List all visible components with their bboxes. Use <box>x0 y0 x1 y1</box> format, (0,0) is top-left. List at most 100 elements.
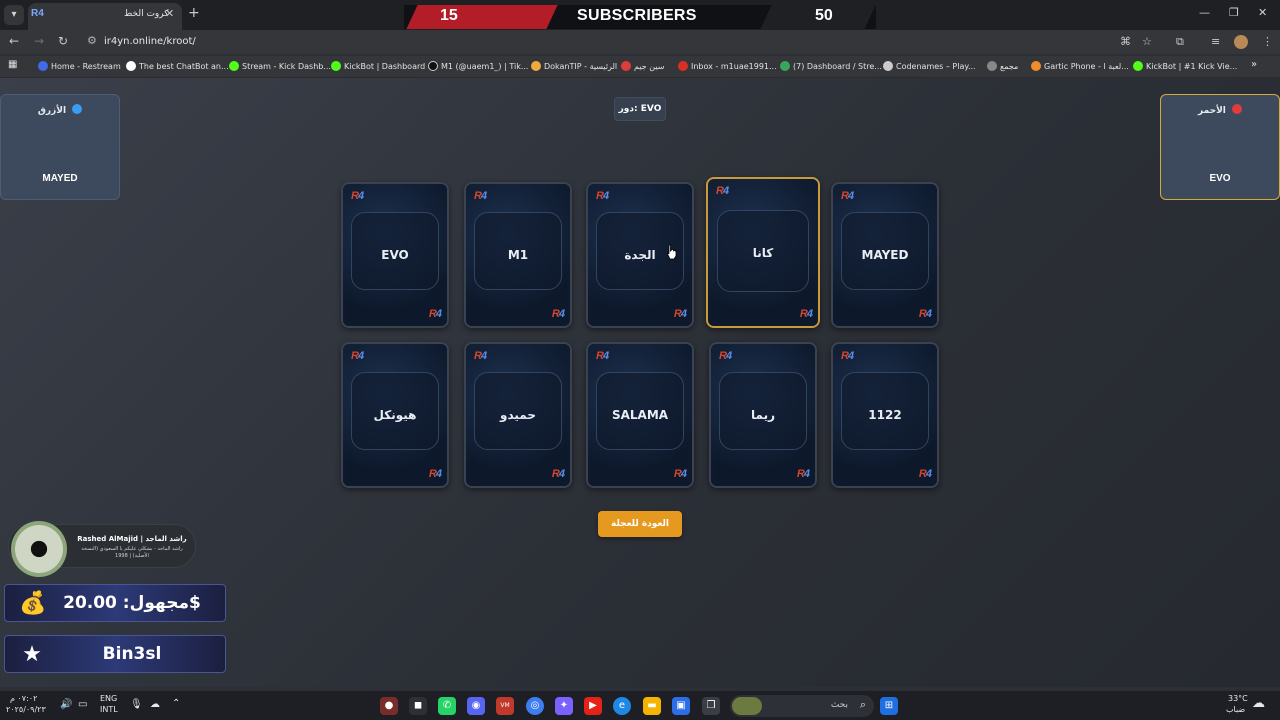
subscriber-goal-count: 50 <box>815 7 833 24</box>
address-bar[interactable]: ⚙ ir4yn.online/kroot/ <box>80 32 1160 52</box>
network-icon[interactable]: ▭ <box>78 699 87 710</box>
url-text: ir4yn.online/kroot/ <box>104 36 196 47</box>
bookmark-item[interactable]: سين جيم <box>621 61 664 71</box>
bookmark-star-icon[interactable]: ☆ <box>1142 35 1152 48</box>
voicemod-icon[interactable]: VM <box>496 697 514 715</box>
card-word: حميدو <box>500 408 536 422</box>
team-header: الأزرق <box>1 104 119 116</box>
back-to-wheel-button[interactable]: العودة للعجلة <box>598 511 682 537</box>
bookmark-item[interactable]: مجمع <box>987 61 1018 71</box>
profile-avatar[interactable] <box>1234 35 1248 49</box>
red-dot-icon <box>1232 104 1243 114</box>
bookmark-item[interactable]: Home - Restream <box>38 61 121 71</box>
onedrive-icon[interactable]: ☁ <box>150 699 160 710</box>
bookmarks-bar: ▦ Home - Restream The best ChatBot an...… <box>0 56 1280 78</box>
bookmark-item[interactable]: Inbox - m1uae1991... <box>678 61 777 71</box>
microphone-icon[interactable]: 🎙 <box>130 699 143 710</box>
browser-tab-strip: ▾ R4 كروت الخط ✕ + 15 SUBSCRIBERS 50 — ❐… <box>0 0 1280 30</box>
clock-date[interactable]: ٢٠٢٥/٠٩/٢٣ <box>6 705 46 714</box>
team-name: الأزرق <box>37 106 67 116</box>
speaker-icon[interactable]: 🔊 <box>60 699 72 710</box>
forward-arrow-icon[interactable]: → <box>34 34 44 48</box>
obs-icon[interactable]: ● <box>380 697 398 715</box>
bookmark-favicon-icon <box>531 61 541 71</box>
taskbar-search[interactable]: بحث ⌕ <box>730 695 874 717</box>
tab-title: كروت الخط <box>124 9 169 19</box>
team-member: MAYED <box>42 173 78 184</box>
weather-desc[interactable]: ضباب <box>1226 705 1245 714</box>
bookmark-item[interactable]: M1 (@uaem1_) | Tik... <box>428 61 528 71</box>
reload-icon[interactable]: ↻ <box>58 34 68 48</box>
language-code[interactable]: ENG <box>100 694 117 703</box>
copilot-icon[interactable]: ✦ <box>555 697 573 715</box>
site-favicon-icon: R4 <box>31 8 44 19</box>
close-window-icon[interactable]: ✕ <box>1258 6 1267 19</box>
album-art-icon <box>11 521 67 577</box>
browser-tab[interactable]: R4 كروت الخط ✕ <box>28 3 182 30</box>
subscriber-label: SUBSCRIBERS <box>577 7 697 24</box>
bookmark-favicon-icon <box>780 61 790 71</box>
whatsapp-icon[interactable]: ✆ <box>438 697 456 715</box>
app-icon[interactable]: ◼ <box>409 697 427 715</box>
weather-temp[interactable]: 33°C <box>1228 694 1248 703</box>
bookmark-item[interactable]: KickBot | #1 Kick Vie... <box>1133 61 1237 71</box>
weather-icon[interactable]: ☁ <box>1252 696 1265 711</box>
show-hidden-icons-icon[interactable]: ⌃ <box>172 698 180 709</box>
tab-search-menu-icon[interactable]: ▾ <box>4 5 24 25</box>
follower-text: Bin3sl <box>102 644 162 664</box>
search-icon: ⌕ <box>859 698 866 711</box>
site-info-icon[interactable]: ⚙ <box>87 34 97 47</box>
word-card[interactable]: R4 R4 M1 <box>464 182 572 328</box>
word-card[interactable]: R4 R4 SALAMA <box>586 342 694 488</box>
bookmark-item[interactable]: DokanTIP - الرئيسية <box>531 61 617 71</box>
donation-alert: 💰 مجهول: 20.00$ <box>4 584 226 622</box>
bookmark-item[interactable]: KickBot | Dashboard <box>331 61 425 71</box>
chrome-icon[interactable]: ◎ <box>526 697 544 715</box>
edge-icon[interactable]: e <box>613 697 631 715</box>
more-menu-icon[interactable]: ⋮ <box>1262 35 1273 48</box>
youtube-icon[interactable]: ▶ <box>584 697 602 715</box>
translate-icon[interactable]: ⌘ <box>1120 35 1131 48</box>
apps-grid-icon[interactable]: ▦ <box>8 59 17 70</box>
word-card[interactable]: R4 R4 هيونكل <box>341 342 449 488</box>
bookmark-favicon-icon <box>331 61 341 71</box>
track-title: Rashed AlMajid | راشد الماجد <box>77 535 187 543</box>
clock-time[interactable]: ٠٧:٠٢ م <box>10 694 37 703</box>
file-explorer-icon[interactable]: ▬ <box>643 697 661 715</box>
word-card-selected[interactable]: R4 R4 كانا <box>706 177 820 328</box>
media-controls-icon[interactable]: ≡ <box>1211 35 1220 48</box>
word-card[interactable]: R4 R4 1122 <box>831 342 939 488</box>
bookmark-item[interactable]: Stream - Kick Dashb... <box>229 61 331 71</box>
game-page: الأزرق MAYED الأحمر EVO دور: EVO R4 R4 E… <box>0 78 1280 687</box>
search-highlight-icon <box>732 697 762 715</box>
card-word: EVO <box>381 248 409 262</box>
bookmark-favicon-icon <box>38 61 48 71</box>
bookmark-item[interactable]: Codenames – Play... <box>883 61 976 71</box>
track-subtitle: راشد الماجد - بشكلي عليكم يا السعودي (ال… <box>81 546 183 559</box>
minimize-icon[interactable]: — <box>1199 6 1210 19</box>
new-tab-button[interactable]: + <box>188 5 200 21</box>
card-word: M1 <box>507 248 529 262</box>
start-icon[interactable]: ⊞ <box>880 697 898 715</box>
bookmark-item[interactable]: The best ChatBot an... <box>126 61 229 71</box>
more-bookmarks-icon[interactable]: » <box>1251 59 1257 70</box>
task-view-icon[interactable]: ❒ <box>702 697 720 715</box>
word-card[interactable]: R4 R4 EVO <box>341 182 449 328</box>
bookmark-item[interactable]: Gartic Phone - لعبة ا... <box>1031 61 1129 71</box>
money-bag-icon: 💰 <box>19 591 47 616</box>
word-card[interactable]: R4 R4 حميدو <box>464 342 572 488</box>
extensions-icon[interactable]: ⧉ <box>1176 35 1184 49</box>
team-header: الأحمر <box>1161 104 1279 116</box>
tab-close-icon[interactable]: ✕ <box>165 7 174 20</box>
bookmark-item[interactable]: (7) Dashboard / Stre... <box>780 61 882 71</box>
now-playing-overlay: Rashed AlMajid | راشد الماجد راشد الماجد… <box>8 521 196 577</box>
back-arrow-icon[interactable]: ← <box>9 34 19 48</box>
store-icon[interactable]: ▣ <box>672 697 690 715</box>
address-toolbar: ← → ↻ ⚙ ir4yn.online/kroot/ ⌘ ☆ ⧉ ≡ ⋮ <box>0 30 1280 54</box>
word-card[interactable]: R4 R4 MAYED <box>831 182 939 328</box>
word-card[interactable]: R4 R4 ريما <box>709 342 817 488</box>
restore-icon[interactable]: ❐ <box>1229 6 1239 19</box>
keyboard-layout[interactable]: INTL <box>100 705 118 714</box>
windows-taskbar: ٠٧:٠٢ م ٢٠٢٥/٠٩/٢٣ 🔊 ▭ ENG INTL 🎙 ☁ ⌃ ● … <box>0 690 1280 720</box>
discord-icon[interactable]: ◉ <box>467 697 485 715</box>
